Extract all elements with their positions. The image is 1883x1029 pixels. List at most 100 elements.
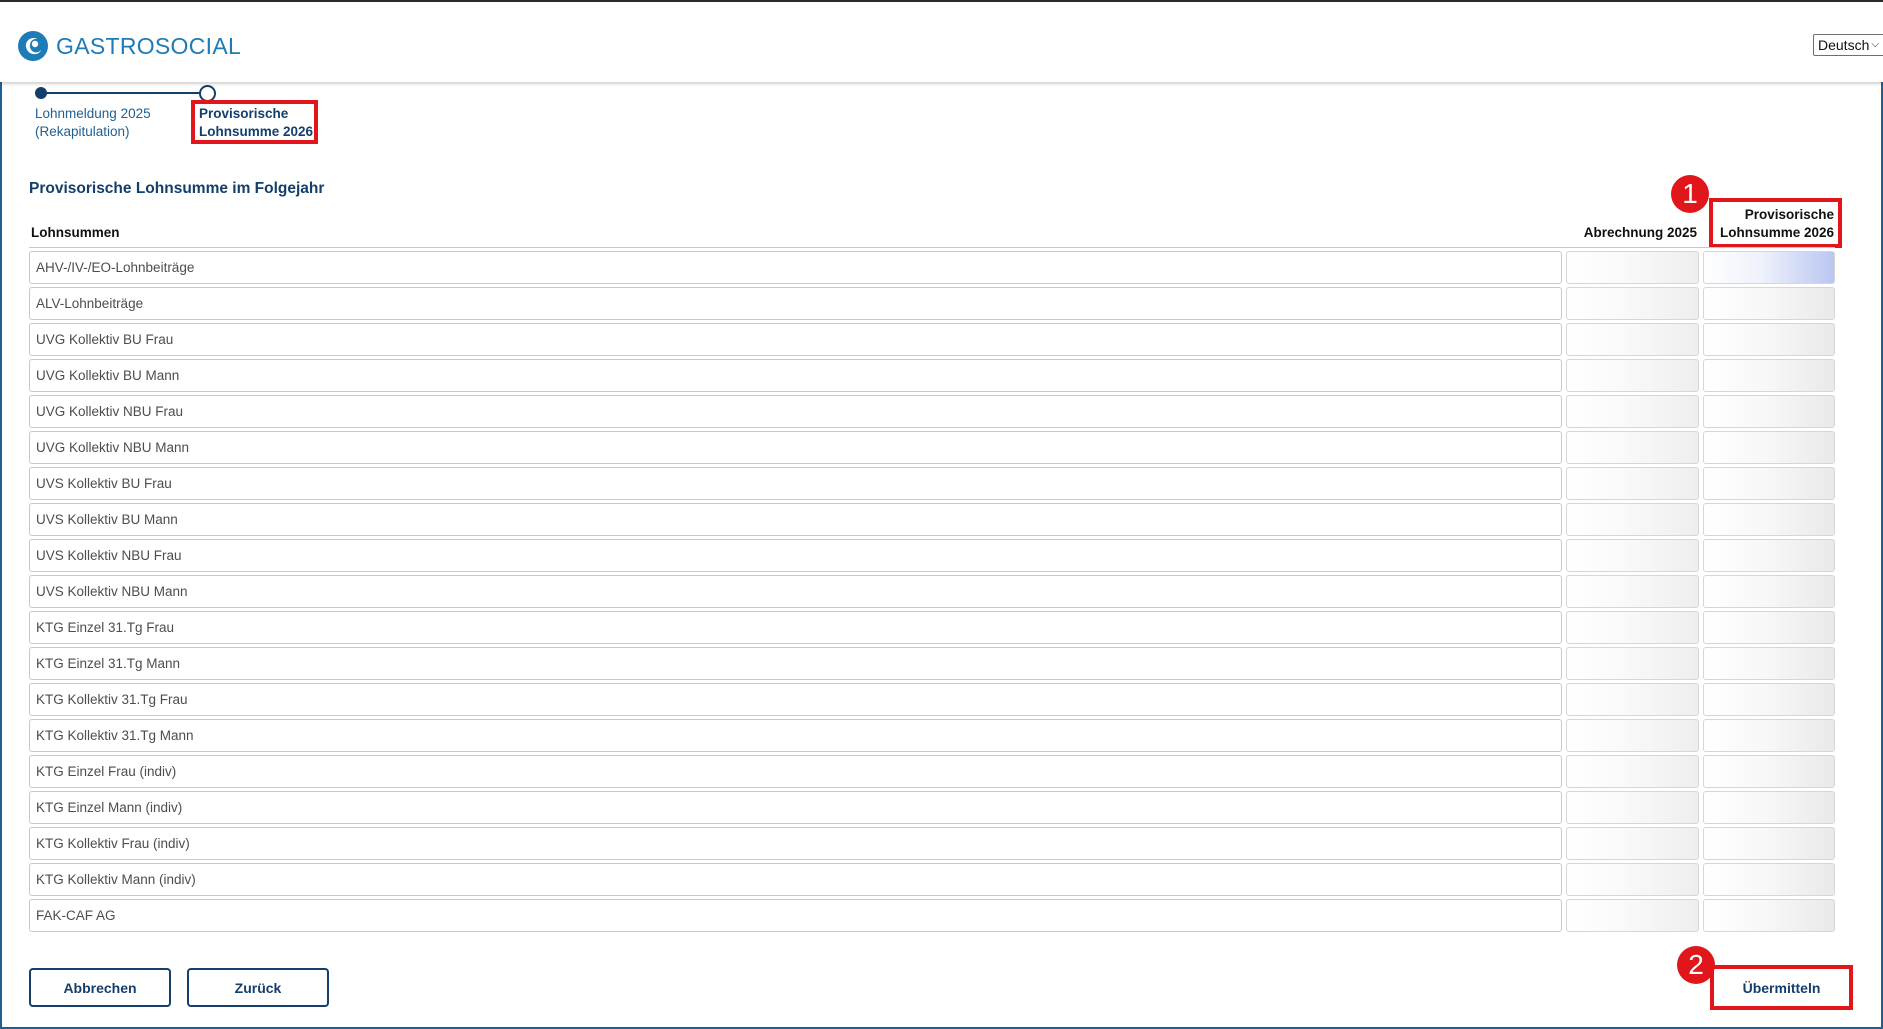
abrechnung-2025-value-field xyxy=(1566,791,1699,824)
row-label: UVG Kollektiv BU Mann xyxy=(29,359,1562,392)
abrechnung-2025-value-field xyxy=(1566,395,1699,428)
abrechnung-2025-value-field xyxy=(1566,539,1699,572)
row-label: UVS Kollektiv NBU Mann xyxy=(29,575,1562,608)
table-row: UVS Kollektiv BU Frau xyxy=(29,466,1835,502)
column-header-lohnsummen: Lohnsummen xyxy=(31,225,120,240)
abrechnung-2025-value-field xyxy=(1566,899,1699,932)
row-label: AHV-/IV-/EO-Lohnbeiträge xyxy=(29,251,1562,284)
back-button[interactable]: Zurück xyxy=(187,968,329,1007)
row-label: UVS Kollektiv BU Frau xyxy=(29,467,1562,500)
row-label: UVG Kollektiv NBU Frau xyxy=(29,395,1562,428)
table-row: KTG Einzel Frau (indiv) xyxy=(29,754,1835,790)
provisorische-lohnsumme-input[interactable] xyxy=(1703,791,1835,824)
logo[interactable]: GASTROSOCIAL xyxy=(16,29,241,63)
provisorische-lohnsumme-input[interactable] xyxy=(1703,827,1835,860)
table-row: KTG Einzel 31.Tg Mann xyxy=(29,646,1835,682)
provisorische-lohnsumme-input[interactable] xyxy=(1703,395,1835,428)
table-row: FAK-CAF AG xyxy=(29,898,1835,934)
table-row: KTG Kollektiv Frau (indiv) xyxy=(29,826,1835,862)
provisorische-lohnsumme-input[interactable] xyxy=(1703,323,1835,356)
provisorische-lohnsumme-input[interactable] xyxy=(1703,863,1835,896)
cancel-button[interactable]: Abbrechen xyxy=(29,968,171,1007)
table-row: UVS Kollektiv NBU Mann xyxy=(29,574,1835,610)
language-select-value: Deutsch xyxy=(1818,37,1870,53)
highlight-box-submit xyxy=(1710,965,1853,1010)
abrechnung-2025-value-field xyxy=(1566,323,1699,356)
provisorische-lohnsumme-input[interactable] xyxy=(1703,539,1835,572)
highlight-box-column xyxy=(1709,198,1842,248)
step-label-line1: Lohnmeldung 2025 xyxy=(35,106,151,121)
abrechnung-2025-value-field xyxy=(1566,575,1699,608)
annotation-badge-1: 1 xyxy=(1671,175,1709,213)
abrechnung-2025-value-field xyxy=(1566,503,1699,536)
step-done-dot-icon xyxy=(35,87,47,99)
abrechnung-2025-value-field xyxy=(1566,359,1699,392)
provisorische-lohnsumme-input[interactable] xyxy=(1703,647,1835,680)
step-label-line2: (Rekapitulation) xyxy=(35,124,130,139)
table-row: UVG Kollektiv NBU Frau xyxy=(29,394,1835,430)
provisorische-lohnsumme-input[interactable] xyxy=(1703,611,1835,644)
gastrosocial-logo-icon xyxy=(18,31,48,61)
table-row: UVG Kollektiv BU Frau xyxy=(29,322,1835,358)
table-row: AHV-/IV-/EO-Lohnbeiträge xyxy=(29,250,1835,286)
abrechnung-2025-value-field xyxy=(1566,863,1699,896)
row-label: UVS Kollektiv BU Mann xyxy=(29,503,1562,536)
column-header-abrechnung-2025: Abrechnung 2025 xyxy=(1583,225,1697,240)
abrechnung-2025-value-field xyxy=(1566,611,1699,644)
row-label: KTG Einzel 31.Tg Mann xyxy=(29,647,1562,680)
abrechnung-2025-value-field xyxy=(1566,647,1699,680)
abrechnung-2025-value-field xyxy=(1566,755,1699,788)
abrechnung-2025-value-field xyxy=(1566,431,1699,464)
app-header: GASTROSOCIAL Deutsch ⌵ xyxy=(0,2,1883,82)
provisorische-lohnsumme-input[interactable] xyxy=(1703,683,1835,716)
table-row: UVG Kollektiv NBU Mann xyxy=(29,430,1835,466)
row-label: UVS Kollektiv NBU Frau xyxy=(29,539,1562,572)
row-label: KTG Kollektiv Mann (indiv) xyxy=(29,863,1562,896)
provisorische-lohnsumme-input[interactable] xyxy=(1703,359,1835,392)
lohnsummen-table: AHV-/IV-/EO-Lohnbeiträge ALV-Lohnbeiträg… xyxy=(29,250,1835,934)
table-row: KTG Einzel 31.Tg Frau xyxy=(29,610,1835,646)
table-row: UVS Kollektiv BU Mann xyxy=(29,502,1835,538)
row-label: FAK-CAF AG xyxy=(29,899,1562,932)
row-label: KTG Kollektiv Frau (indiv) xyxy=(29,827,1562,860)
provisorische-lohnsumme-input[interactable] xyxy=(1703,467,1835,500)
row-label: UVG Kollektiv NBU Mann xyxy=(29,431,1562,464)
abrechnung-2025-value-field xyxy=(1566,683,1699,716)
page-title: Provisorische Lohnsumme im Folgejahr xyxy=(29,180,325,197)
provisorische-lohnsumme-input[interactable] xyxy=(1703,251,1835,284)
row-label: ALV-Lohnbeiträge xyxy=(29,287,1562,320)
provisorische-lohnsumme-input[interactable] xyxy=(1703,287,1835,320)
provisorische-lohnsumme-input[interactable] xyxy=(1703,575,1835,608)
row-label: KTG Einzel 31.Tg Frau xyxy=(29,611,1562,644)
row-label: UVG Kollektiv BU Frau xyxy=(29,323,1562,356)
table-row: KTG Kollektiv 31.Tg Frau xyxy=(29,682,1835,718)
abrechnung-2025-value-field xyxy=(1566,719,1699,752)
abrechnung-2025-value-field xyxy=(1566,467,1699,500)
annotation-badge-2: 2 xyxy=(1677,946,1715,984)
table-row: ALV-Lohnbeiträge xyxy=(29,286,1835,322)
language-select[interactable]: Deutsch ⌵ xyxy=(1813,34,1883,56)
row-label: KTG Kollektiv 31.Tg Mann xyxy=(29,719,1562,752)
provisorische-lohnsumme-input[interactable] xyxy=(1703,899,1835,932)
provisorische-lohnsumme-input[interactable] xyxy=(1703,755,1835,788)
highlight-box-step xyxy=(191,100,318,144)
provisorische-lohnsumme-input[interactable] xyxy=(1703,431,1835,464)
abrechnung-2025-value-field xyxy=(1566,827,1699,860)
row-label: KTG Einzel Frau (indiv) xyxy=(29,755,1562,788)
provisorische-lohnsumme-input[interactable] xyxy=(1703,719,1835,752)
logo-text: GASTROSOCIAL xyxy=(56,32,242,59)
table-row: UVS Kollektiv NBU Frau xyxy=(29,538,1835,574)
abrechnung-2025-value-field xyxy=(1566,287,1699,320)
table-row: UVG Kollektiv BU Mann xyxy=(29,358,1835,394)
step-lohnmeldung-2025[interactable]: Lohnmeldung 2025 (Rekapitulation) xyxy=(35,105,175,141)
chevron-down-icon: ⌵ xyxy=(1871,39,1879,50)
table-header-divider xyxy=(29,247,1835,248)
table-row: KTG Kollektiv 31.Tg Mann xyxy=(29,718,1835,754)
row-label: KTG Einzel Mann (indiv) xyxy=(29,791,1562,824)
abrechnung-2025-value-field xyxy=(1566,251,1699,284)
table-row: KTG Kollektiv Mann (indiv) xyxy=(29,862,1835,898)
row-label: KTG Kollektiv 31.Tg Frau xyxy=(29,683,1562,716)
provisorische-lohnsumme-input[interactable] xyxy=(1703,503,1835,536)
stepper-line xyxy=(41,92,207,94)
table-row: KTG Einzel Mann (indiv) xyxy=(29,790,1835,826)
